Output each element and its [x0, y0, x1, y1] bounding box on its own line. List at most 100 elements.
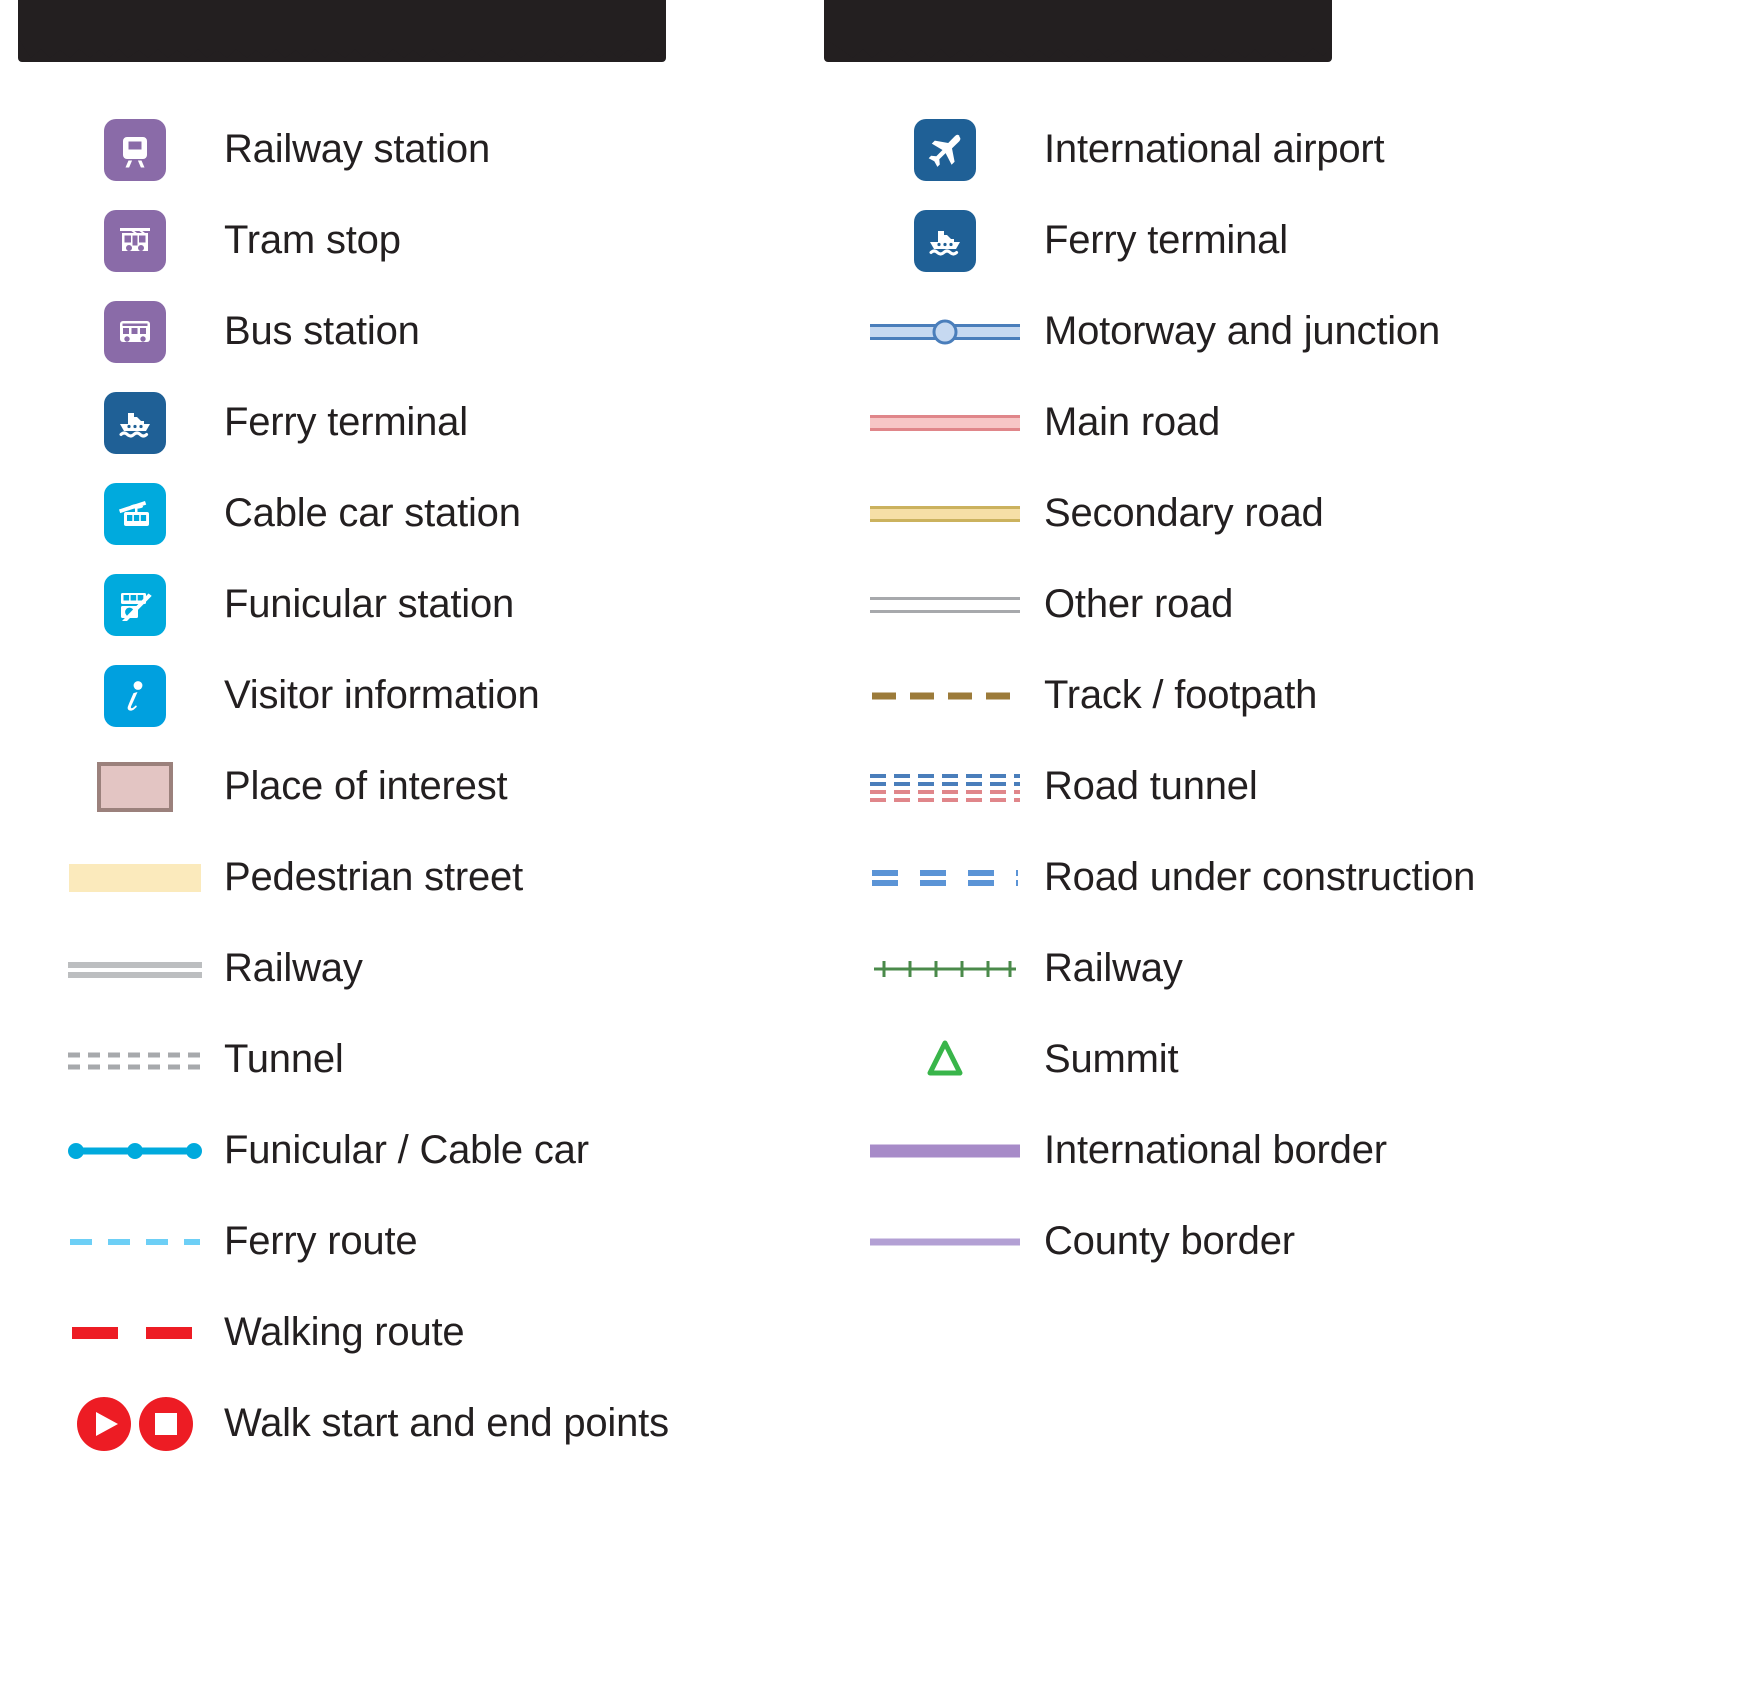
symbol-cell — [860, 104, 1030, 195]
legend-label: Railway — [1044, 946, 1183, 990]
ferry-terminal-icon — [104, 391, 166, 454]
legend-row-funicular-cable-line: Funicular / Cable car — [60, 1105, 860, 1196]
symbol-cell — [860, 1196, 1030, 1287]
motorway-junction-line — [870, 301, 1020, 363]
ferry-route-line — [68, 1211, 202, 1273]
legend-label: Tram stop — [224, 218, 401, 262]
legend-row-walk-start-end-markers: Walk start and end points — [60, 1378, 860, 1469]
legend-label: Place of interest — [224, 764, 508, 808]
legend-row-summit: Summit — [860, 1014, 1740, 1105]
symbol-cell — [860, 559, 1030, 650]
symbol-cell — [860, 1105, 1030, 1196]
legend-row-ferry-terminal: Ferry terminal — [60, 377, 860, 468]
legend-row-railway-line: Railway — [60, 923, 860, 1014]
legend-label: Bus station — [224, 309, 420, 353]
place-of-interest-swatch — [97, 761, 173, 812]
legend-label: Summit — [1044, 1037, 1179, 1081]
cable-car-icon — [104, 482, 166, 545]
legend-label: Ferry terminal — [224, 400, 468, 444]
legend-row-motorway-junction: Motorway and junction — [860, 286, 1740, 377]
left-column-heading-bar — [18, 0, 666, 62]
legend-label: International border — [1044, 1128, 1387, 1172]
heading-bar-torn-edge-left — [18, 38, 666, 62]
ferry-terminal-icon — [914, 209, 976, 272]
legend-row-ferry-terminal-right: Ferry terminal — [860, 195, 1740, 286]
legend-row-tunnel-line: Tunnel — [60, 1014, 860, 1105]
tram-stop-icon — [104, 209, 166, 272]
legend-row-walking-route-line: Walking route — [60, 1287, 860, 1378]
legend-label: Motorway and junction — [1044, 309, 1441, 353]
legend-row-county-border: County border — [860, 1196, 1740, 1287]
road-tunnel-line — [870, 756, 1020, 818]
symbol-cell — [860, 286, 1030, 377]
legend-label: Railway station — [224, 127, 491, 171]
legend-row-main-road: Main road — [860, 377, 1740, 468]
legend-row-railway-green: Railway — [860, 923, 1740, 1014]
legend-label: Secondary road — [1044, 491, 1324, 535]
symbol-cell — [860, 832, 1030, 923]
symbol-cell — [860, 923, 1030, 1014]
symbol-cell — [860, 195, 1030, 286]
legend-label: County border — [1044, 1219, 1295, 1263]
summit-icon — [870, 1029, 1020, 1091]
legend-left-column: Railway station Tram stop Bus station Fe… — [60, 104, 860, 1469]
funicular-cable-line — [68, 1120, 202, 1182]
bus-station-icon — [104, 300, 166, 363]
symbol-cell — [860, 377, 1030, 468]
legend-row-visitor-information: Visitor information — [60, 650, 860, 741]
legend-label: Main road — [1044, 400, 1221, 444]
symbol-cell — [60, 286, 210, 377]
symbol-cell — [60, 1287, 210, 1378]
road-construction-line — [870, 847, 1020, 909]
legend-row-railway-station: Railway station — [60, 104, 860, 195]
legend-row-ferry-route-line: Ferry route — [60, 1196, 860, 1287]
legend-row-funicular-station: Funicular station — [60, 559, 860, 650]
symbol-cell — [60, 1196, 210, 1287]
track-footpath-line — [870, 665, 1020, 727]
funicular-icon — [104, 573, 166, 636]
symbol-cell — [60, 559, 210, 650]
legend-row-road-tunnel: Road tunnel — [860, 741, 1740, 832]
pedestrian-street-swatch — [69, 863, 201, 892]
legend-row-pedestrian-street: Pedestrian street — [60, 832, 860, 923]
symbol-cell — [60, 923, 210, 1014]
legend-row-place-of-interest: Place of interest — [60, 741, 860, 832]
legend-row-international-airport: International airport — [860, 104, 1740, 195]
secondary-road-line — [870, 483, 1020, 545]
legend-row-secondary-road: Secondary road — [860, 468, 1740, 559]
railway-line — [68, 938, 202, 1000]
legend-label: International airport — [1044, 127, 1385, 171]
legend-label: Tunnel — [224, 1037, 344, 1081]
tunnel-line — [68, 1029, 202, 1091]
legend-label: Visitor information — [224, 673, 540, 717]
walk-start-end-markers — [68, 1393, 202, 1455]
legend-label: Ferry terminal — [1044, 218, 1288, 262]
motorway-junction-marker — [932, 319, 958, 344]
legend-label: Track / footpath — [1044, 673, 1318, 717]
symbol-cell — [60, 1014, 210, 1105]
symbol-cell — [860, 741, 1030, 832]
right-column-heading-bar — [824, 0, 1332, 62]
symbol-cell — [60, 650, 210, 741]
symbol-cell — [860, 468, 1030, 559]
railway-station-icon — [104, 118, 166, 181]
railway-green-line — [870, 938, 1020, 1000]
legend-label: Cable car station — [224, 491, 521, 535]
other-road-line — [870, 574, 1020, 636]
symbol-cell — [60, 741, 210, 832]
legend-right-column: International airport Ferry terminal Mot… — [860, 104, 1740, 1287]
legend-row-bus-station: Bus station — [60, 286, 860, 377]
symbol-cell — [60, 377, 210, 468]
legend-label: Walk start and end points — [224, 1401, 669, 1445]
legend-label: Pedestrian street — [224, 855, 523, 899]
legend-row-other-road: Other road — [860, 559, 1740, 650]
symbol-cell — [60, 195, 210, 286]
international-airport-icon — [914, 118, 976, 181]
legend-label: Railway — [224, 946, 363, 990]
legend-row-cable-car-station: Cable car station — [60, 468, 860, 559]
symbol-cell — [860, 1014, 1030, 1105]
map-legend-page: Railway station Tram stop Bus station Fe… — [0, 0, 1764, 1700]
symbol-cell — [60, 104, 210, 195]
walking-route-line — [68, 1302, 202, 1364]
visitor-information-icon — [104, 664, 166, 727]
